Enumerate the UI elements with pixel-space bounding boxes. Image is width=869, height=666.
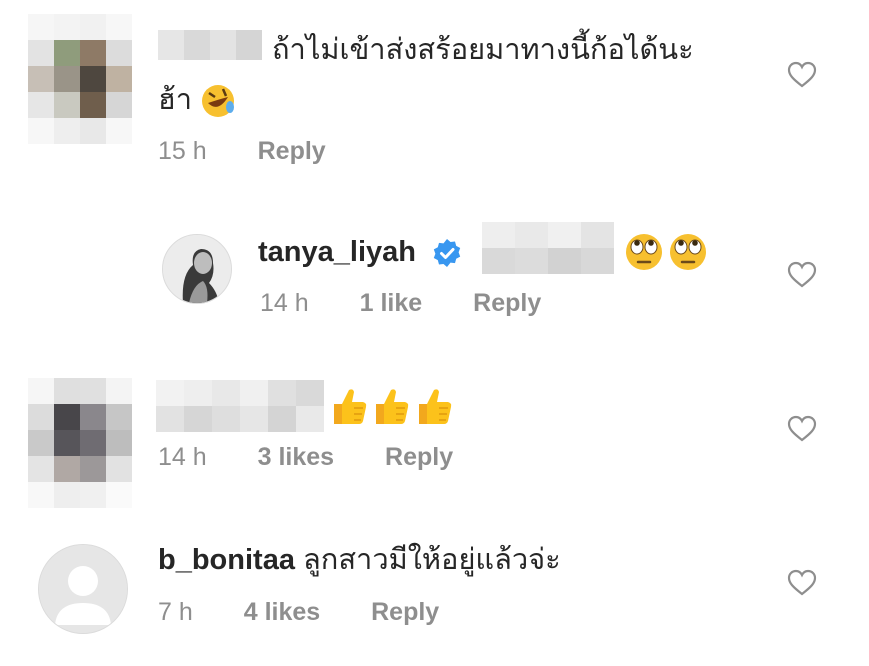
comment-3: 14 h 3 likes Reply bbox=[0, 360, 869, 510]
heart-icon[interactable] bbox=[787, 60, 817, 90]
avatar-default[interactable] bbox=[38, 544, 128, 634]
thumbs-up-emoji-icon bbox=[334, 389, 367, 424]
avatar-pixelated[interactable] bbox=[28, 378, 132, 508]
heart-icon[interactable] bbox=[787, 568, 817, 598]
rolling-eyes-emoji-icon bbox=[626, 234, 662, 270]
heart-icon[interactable] bbox=[787, 260, 817, 290]
comment-text: ลูกสาวมีให้อยู่แล้วจ่ะ bbox=[303, 544, 561, 576]
username-redacted[interactable] bbox=[156, 380, 324, 432]
comment-2-reply: tanya_liyah 14 h 1 like Reply bbox=[0, 210, 869, 350]
rolling-eyes-emojis bbox=[624, 232, 708, 272]
reply-meta: 14 h 1 like Reply bbox=[260, 288, 541, 318]
comment-meta: 7 h 4 likes Reply bbox=[158, 597, 439, 627]
reply-button[interactable]: Reply bbox=[258, 137, 326, 165]
comment-meta: 15 h Reply bbox=[158, 136, 326, 166]
default-user-icon bbox=[39, 545, 127, 633]
likes-count[interactable]: 4 likes bbox=[244, 598, 320, 626]
thumbs-up-emoji-icon bbox=[376, 389, 409, 424]
reply-line: tanya_liyah bbox=[258, 232, 462, 272]
username-redacted[interactable] bbox=[158, 30, 262, 60]
comment-line: b_bonitaa ลูกสาวมีให้อยู่แล้วจ่ะ bbox=[158, 540, 561, 580]
heart-icon[interactable] bbox=[787, 414, 817, 444]
thumbs-up-emojis bbox=[330, 386, 453, 426]
comment-text-line1: ถ้าไม่เข้าส่งสร้อยมาทางนี้ก้อได้นะ bbox=[272, 34, 694, 66]
reply-button[interactable]: Reply bbox=[371, 598, 439, 626]
reply-button[interactable]: Reply bbox=[385, 443, 453, 471]
avatar-tanya[interactable] bbox=[162, 234, 232, 304]
comment-time: 15 h bbox=[158, 137, 207, 165]
comment-meta: 14 h 3 likes Reply bbox=[158, 442, 453, 472]
avatar-photo-icon bbox=[163, 235, 231, 303]
thumbs-up-emoji-icon bbox=[418, 389, 452, 424]
likes-count[interactable]: 3 likes bbox=[258, 443, 334, 471]
likes-count[interactable]: 1 like bbox=[360, 289, 423, 317]
comment-text-line2-wrap: ฮ้า bbox=[158, 80, 236, 120]
rolling-eyes-emoji-icon bbox=[670, 234, 707, 270]
comment-time: 7 h bbox=[158, 598, 193, 626]
username-b-bonitaa[interactable]: b_bonitaa bbox=[158, 544, 295, 576]
comment-text-line2: ฮ้า bbox=[158, 84, 192, 116]
mention-redacted[interactable] bbox=[482, 222, 614, 274]
comment-1: ถ้าไม่เข้าส่งสร้อยมาทางนี้ก้อได้นะ ฮ้า 1… bbox=[0, 0, 869, 190]
comment-time: 14 h bbox=[158, 443, 207, 471]
avatar-pixelated[interactable] bbox=[28, 14, 132, 144]
username-tanya[interactable]: tanya_liyah bbox=[258, 236, 416, 268]
rolling-laughing-emoji-icon bbox=[202, 85, 235, 118]
comment-4: b_bonitaa ลูกสาวมีให้อยู่แล้วจ่ะ 7 h 4 l… bbox=[0, 520, 869, 666]
reply-time: 14 h bbox=[260, 289, 309, 317]
reply-button[interactable]: Reply bbox=[473, 289, 541, 317]
verified-badge-icon bbox=[433, 239, 461, 268]
